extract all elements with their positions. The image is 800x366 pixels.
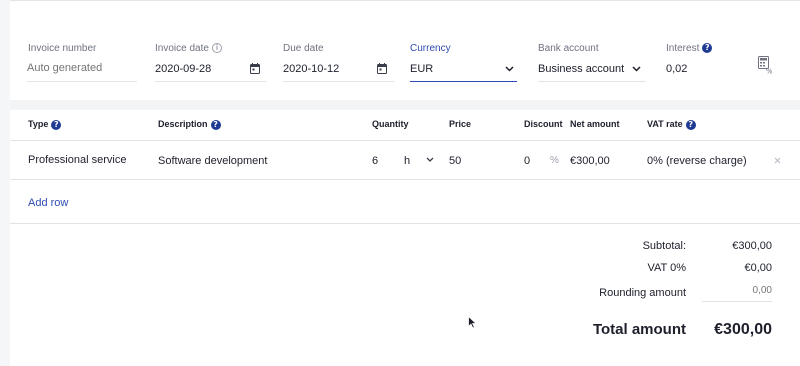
help-icon[interactable]: ? <box>685 119 696 130</box>
rounding-amount-input[interactable] <box>702 285 772 296</box>
help-icon[interactable]: ? <box>51 119 62 130</box>
column-header-type: Type? <box>28 119 62 130</box>
calendar-icon[interactable] <box>250 63 260 74</box>
interest-label: Interest? <box>666 43 713 54</box>
chevron-down-icon[interactable] <box>632 66 641 72</box>
currency-label: Currency <box>410 43 451 54</box>
column-header-price: Price <box>449 119 472 129</box>
subtotal-label: Subtotal: <box>642 240 686 252</box>
currency-select[interactable]: EUR <box>410 63 433 75</box>
row-quantity-input[interactable]: 6 <box>372 155 378 167</box>
add-row-button[interactable]: Add row <box>28 197 68 209</box>
invoice-number-input[interactable] <box>27 62 135 74</box>
subtotal-value: €300,00 <box>732 240 772 252</box>
rounding-amount-label: Rounding amount <box>599 287 686 299</box>
section-divider <box>10 100 800 110</box>
chevron-down-icon[interactable] <box>505 66 514 72</box>
total-amount-label: Total amount <box>592 321 686 338</box>
row-unit-select[interactable]: h <box>404 155 410 167</box>
row-price-input[interactable]: 50 <box>449 155 461 167</box>
mouse-cursor-icon <box>468 316 477 329</box>
invoice-panel <box>10 0 800 366</box>
help-icon[interactable]: ? <box>210 119 221 130</box>
bank-account-label: Bank account <box>538 43 599 54</box>
calendar-icon[interactable] <box>377 63 387 74</box>
bank-account-select[interactable]: Business account <box>538 63 624 75</box>
invoice-date-input[interactable]: 2020-09-28 <box>155 63 211 75</box>
row-type-select[interactable]: Professional service <box>28 154 126 166</box>
row-vat-rate-select[interactable]: 0% (reverse charge) <box>647 155 747 167</box>
column-header-description: Description? <box>158 119 221 130</box>
help-icon[interactable]: ? <box>702 43 713 54</box>
info-icon[interactable]: i <box>211 43 222 54</box>
svg-text:%: % <box>766 68 772 75</box>
column-header-net-amount: Net amount <box>570 119 620 129</box>
total-amount-value: €300,00 <box>714 321 772 338</box>
interest-input[interactable]: 0,02 <box>666 63 687 75</box>
calculator-percent-icon[interactable]: % <box>758 56 772 74</box>
invoice-date-label: Invoice date i <box>155 43 222 54</box>
vat-value: €0,00 <box>744 262 772 274</box>
row-description-input[interactable]: Software development <box>158 155 267 167</box>
due-date-input[interactable]: 2020-10-12 <box>283 63 339 75</box>
discount-percent-unit: % <box>550 155 559 166</box>
row-discount-input[interactable]: 0 <box>524 155 530 167</box>
chevron-down-icon[interactable] <box>426 157 434 163</box>
column-header-quantity: Quantity <box>372 119 409 129</box>
row-net-amount: €300,00 <box>570 155 610 167</box>
invoice-number-label: Invoice number <box>28 43 97 54</box>
vat-label: VAT 0% <box>647 262 686 274</box>
column-header-vat-rate: VAT rate? <box>647 119 696 130</box>
due-date-label: Due date <box>283 43 324 54</box>
close-icon[interactable] <box>774 157 781 164</box>
column-header-discount: Discount <box>524 119 563 129</box>
